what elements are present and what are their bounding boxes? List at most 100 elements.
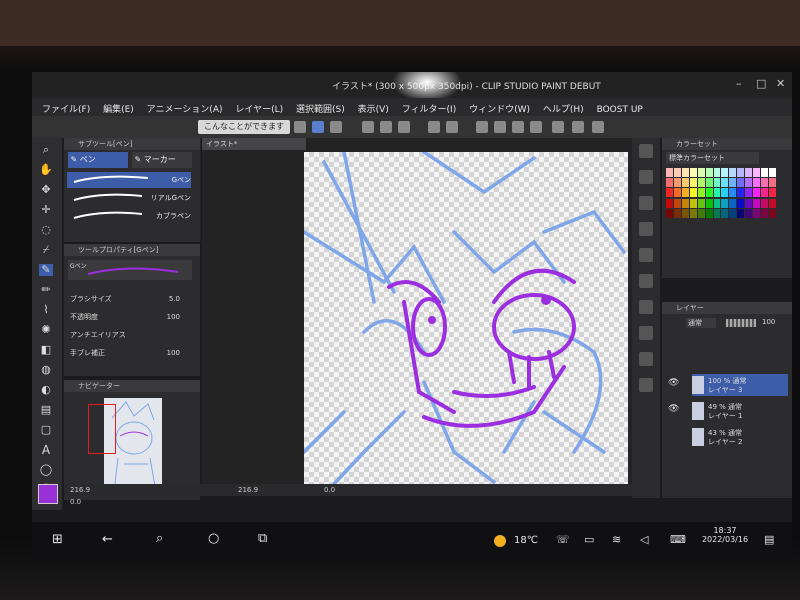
panel-icon-6[interactable]	[639, 274, 653, 288]
palette-swatch[interactable]	[705, 198, 713, 208]
anti-alias-row[interactable]: アンチエイリアス	[70, 328, 194, 342]
lasso-tool-icon[interactable]: ◌	[39, 224, 53, 236]
menu-file[interactable]: ファイル(F)	[42, 102, 90, 115]
palette-swatch[interactable]	[729, 198, 737, 208]
palette-swatch[interactable]	[689, 168, 697, 177]
wifi-icon[interactable]: ≋	[612, 533, 621, 546]
palette-swatch[interactable]	[666, 198, 673, 208]
people-icon[interactable]: ☏	[556, 533, 570, 546]
palette-swatch[interactable]	[689, 188, 697, 198]
palette-swatch[interactable]	[753, 208, 761, 218]
tab-pen[interactable]: ✎ ペン	[68, 152, 128, 168]
maximize-button[interactable]: □	[756, 77, 766, 90]
color-palette[interactable]	[666, 168, 776, 218]
palette-swatch[interactable]	[697, 188, 705, 198]
navigator-view-frame[interactable]	[88, 404, 116, 454]
palette-swatch[interactable]	[761, 178, 769, 188]
palette-swatch[interactable]	[729, 188, 737, 198]
palette-swatch[interactable]	[729, 168, 737, 177]
palette-swatch[interactable]	[737, 188, 745, 198]
panel-icon-3[interactable]	[639, 196, 653, 210]
drawing-canvas[interactable]	[304, 152, 628, 484]
palette-swatch[interactable]	[681, 168, 689, 177]
battery-icon[interactable]: ▭	[584, 533, 594, 546]
help-button[interactable]: こんなことができます	[198, 120, 290, 134]
stabilization-row[interactable]: 手ブレ補正 100	[70, 346, 194, 360]
menu-filter[interactable]: フィルター(I)	[402, 102, 457, 115]
volume-icon[interactable]: ◁	[640, 533, 648, 546]
palette-swatch[interactable]	[681, 178, 689, 188]
palette-swatch[interactable]	[666, 178, 673, 188]
menu-selection[interactable]: 選択範囲(S)	[296, 102, 345, 115]
eraser-tool-icon[interactable]: ◧	[39, 344, 53, 356]
palette-swatch[interactable]	[697, 168, 705, 177]
palette-swatch[interactable]	[705, 178, 713, 188]
palette-swatch[interactable]	[745, 208, 753, 218]
redo-icon[interactable]	[446, 121, 458, 133]
blend-tool-icon[interactable]: ◍	[39, 364, 53, 376]
palette-swatch[interactable]	[769, 178, 776, 188]
panel-icon-2[interactable]	[639, 170, 653, 184]
palette-swatch[interactable]	[737, 178, 745, 188]
palette-swatch[interactable]	[681, 208, 689, 218]
palette-swatch[interactable]	[689, 178, 697, 188]
panel-icon-4[interactable]	[639, 222, 653, 236]
clear-icon[interactable]	[494, 121, 506, 133]
palette-swatch[interactable]	[761, 198, 769, 208]
palette-swatch[interactable]	[761, 188, 769, 198]
close-button[interactable]: ✕	[776, 77, 785, 90]
palette-swatch[interactable]	[737, 198, 745, 208]
palette-swatch[interactable]	[761, 208, 769, 218]
palette-swatch[interactable]	[681, 198, 689, 208]
palette-swatch[interactable]	[713, 168, 721, 177]
airbrush-tool-icon[interactable]: ✺	[39, 324, 53, 336]
palette-swatch[interactable]	[666, 188, 673, 198]
palette-swatch[interactable]	[769, 198, 776, 208]
layer-row-1[interactable]: 49 % 通常 レイヤー 1	[692, 400, 788, 422]
palette-swatch[interactable]	[713, 178, 721, 188]
menu-edit[interactable]: 編集(E)	[103, 102, 134, 115]
palette-swatch[interactable]	[769, 168, 776, 177]
palette-swatch[interactable]	[705, 188, 713, 198]
palette-swatch[interactable]	[729, 208, 737, 218]
palette-swatch[interactable]	[697, 178, 705, 188]
panel-icon-9[interactable]	[639, 352, 653, 366]
palette-swatch[interactable]	[673, 168, 681, 177]
fill-tool-icon[interactable]: ◐	[39, 384, 53, 396]
menu-help[interactable]: ヘルプ(H)	[543, 102, 584, 115]
brush-tool-icon[interactable]: ⌇	[39, 304, 53, 316]
palette-swatch[interactable]	[713, 208, 721, 218]
pen-tool-icon[interactable]: ✎	[39, 264, 53, 276]
windows-start-icon[interactable]: ⊞	[52, 532, 63, 547]
panel-icon-1[interactable]	[639, 144, 653, 158]
palette-swatch[interactable]	[737, 208, 745, 218]
main-color-swatch[interactable]	[38, 484, 58, 504]
palette-swatch[interactable]	[673, 188, 681, 198]
color-set-dropdown[interactable]: 標準カラーセット	[666, 152, 759, 164]
palette-swatch[interactable]	[761, 168, 769, 177]
palette-swatch[interactable]	[745, 178, 753, 188]
visibility-eye-icon[interactable]: 👁	[668, 404, 679, 414]
menu-icon[interactable]	[294, 121, 306, 133]
text-tool-icon[interactable]: A	[39, 444, 53, 456]
balloon-tool-icon[interactable]: ◯	[39, 464, 53, 476]
tab-marker[interactable]: ✎ マーカー	[132, 152, 192, 168]
camera-icon[interactable]	[330, 121, 342, 133]
deselect-icon[interactable]	[552, 121, 564, 133]
palette-swatch[interactable]	[737, 168, 745, 177]
blend-mode-select[interactable]: 通常	[686, 318, 716, 328]
cortana-icon[interactable]: ○	[208, 531, 219, 546]
menu-window[interactable]: ウィンドウ(W)	[469, 102, 530, 115]
back-arrow-icon[interactable]: ←	[102, 532, 113, 547]
palette-swatch[interactable]	[666, 168, 673, 177]
eyedropper-icon[interactable]: ⌿	[39, 244, 53, 256]
palette-swatch[interactable]	[753, 198, 761, 208]
notification-icon[interactable]: ▤	[764, 533, 774, 546]
palette-swatch[interactable]	[705, 208, 713, 218]
document-tab[interactable]: イラスト*	[202, 138, 306, 150]
fill-icon[interactable]	[512, 121, 524, 133]
palette-swatch[interactable]	[769, 188, 776, 198]
panel-icon-10[interactable]	[639, 378, 653, 392]
hand-tool-icon[interactable]: ✋	[39, 164, 53, 176]
palette-swatch[interactable]	[721, 168, 729, 177]
